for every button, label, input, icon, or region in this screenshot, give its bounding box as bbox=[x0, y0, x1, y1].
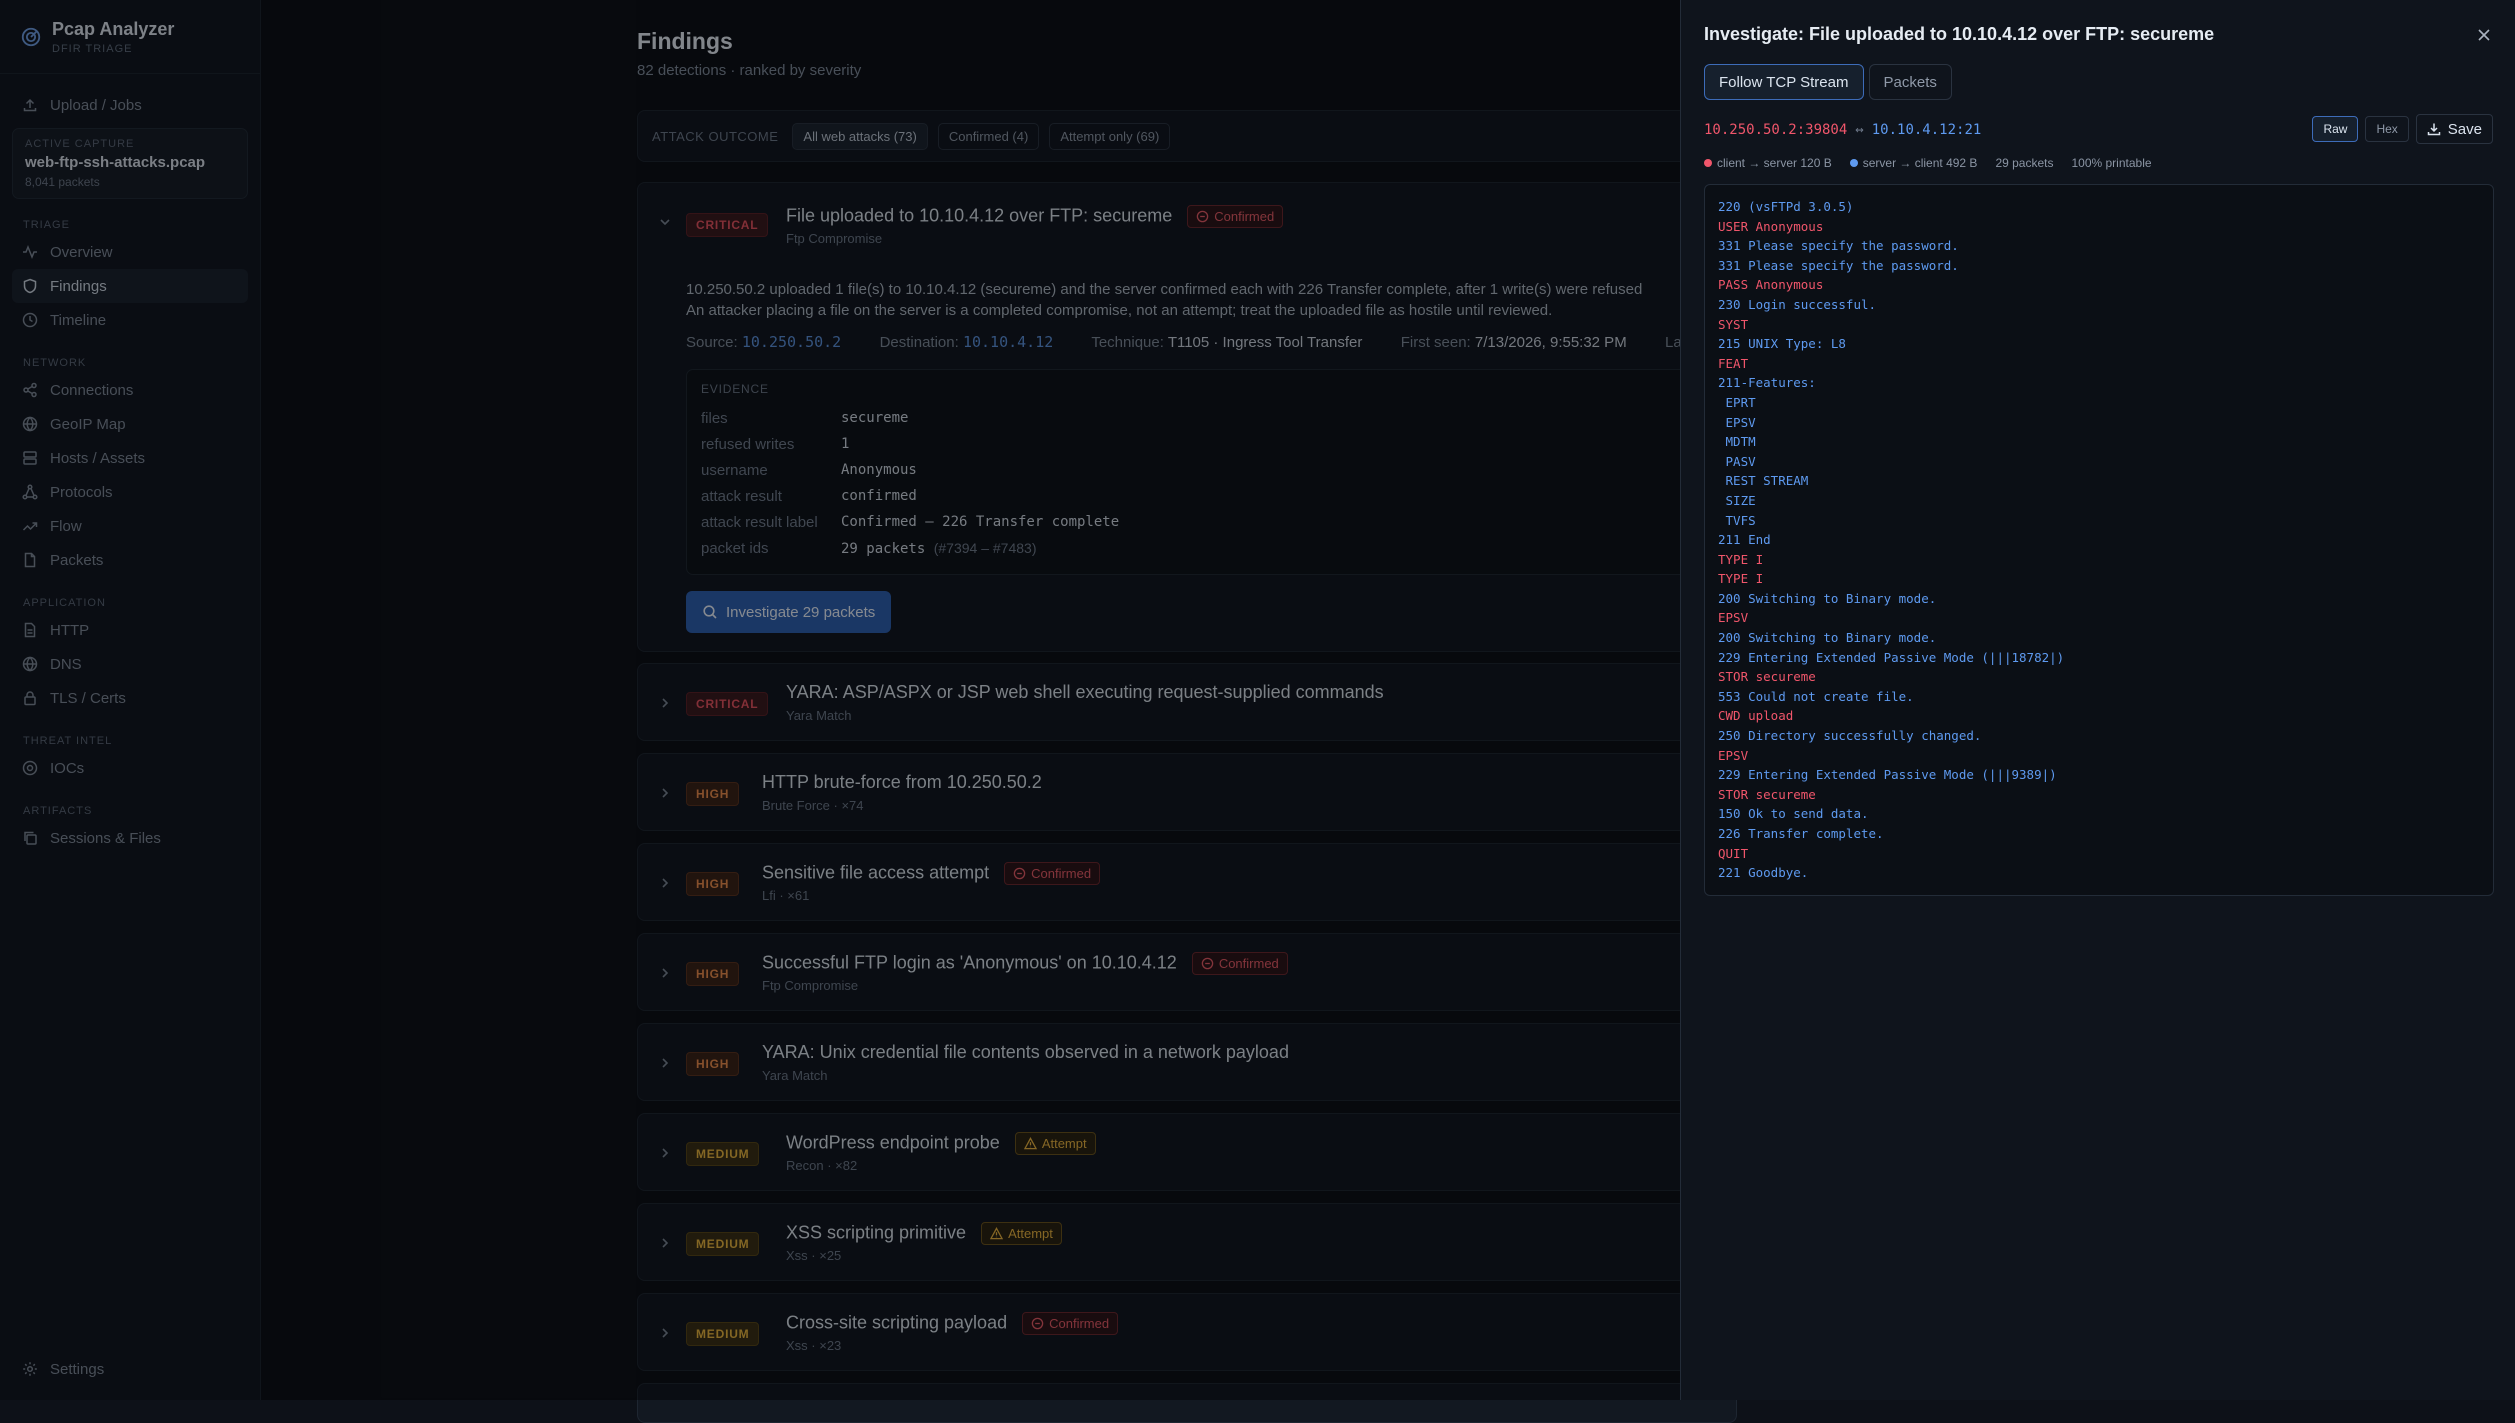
client-endpoint: 10.250.50.2:39804 bbox=[1704, 122, 1848, 138]
server-stream-line: 220 (vsFTPd 3.0.5) bbox=[1718, 199, 1854, 214]
client-stream-line: USER Anonymous bbox=[1718, 218, 1824, 234]
download-icon bbox=[2427, 123, 2441, 136]
server-stream-line: 553 Could not create file. bbox=[1718, 688, 1914, 704]
raw-view-button[interactable]: Raw bbox=[2312, 116, 2359, 142]
stream-actions: Raw Hex Save bbox=[2305, 114, 2493, 144]
stream-endpoints: 10.250.50.2:39804 ↔ 10.10.4.12:21 bbox=[1704, 122, 1981, 138]
server-stream-line: 230 Login successful. bbox=[1718, 296, 1877, 312]
panel-title: Investigate: File uploaded to 10.10.4.12… bbox=[1704, 24, 2215, 44]
tab-packets[interactable]: Packets bbox=[1868, 64, 1952, 100]
server-stream-line: MDTM bbox=[1718, 434, 1756, 450]
client-stream-line: TYPE I bbox=[1718, 551, 1764, 567]
server-stream-line: 250 Directory successfully changed. bbox=[1718, 728, 1982, 744]
client-stream-line: STOR secureme bbox=[1718, 786, 1816, 802]
server-stream-line: 211-Features: bbox=[1718, 375, 1816, 391]
server-stream-line: 150 Ok to send data. bbox=[1718, 806, 1869, 822]
legend-server: server → client 492 B bbox=[1849, 156, 1978, 170]
server-stream-line: 229 Entering Extended Passive Mode (|||9… bbox=[1718, 767, 2057, 783]
server-stream-line: PASV bbox=[1718, 453, 1756, 469]
server-dot-icon bbox=[1849, 159, 1858, 167]
server-stream-line: TVFS bbox=[1718, 512, 1756, 528]
client-stream-line: PASS Anonymous bbox=[1718, 277, 1824, 293]
server-stream-line: 221 Goodbye. bbox=[1718, 865, 1809, 881]
client-stream-line: FEAT bbox=[1718, 355, 1749, 371]
server-stream-line: 215 UNIX Type: L8 bbox=[1718, 336, 1846, 352]
client-stream-line: CWD upload bbox=[1718, 708, 1794, 724]
client-stream-line: EPSV bbox=[1718, 610, 1749, 626]
server-stream-line: 331 Please specify the password. bbox=[1718, 257, 1959, 273]
bidirectional-arrow: ↔ bbox=[1855, 122, 1864, 138]
server-stream-line: 211 End bbox=[1718, 532, 1771, 548]
legend-client-label: client → server 120 B bbox=[1717, 156, 1832, 170]
server-endpoint: 10.10.4.12:21 bbox=[1871, 122, 1982, 138]
save-button[interactable]: Save bbox=[2415, 114, 2493, 144]
server-stream-line: 226 Transfer complete. bbox=[1718, 826, 1884, 841]
client-stream-line: STOR secureme bbox=[1718, 669, 1816, 685]
panel-tabs: Follow TCP Stream Packets bbox=[1704, 64, 1957, 100]
server-stream-line: EPRT bbox=[1718, 394, 1756, 410]
legend-packets: 29 packets bbox=[1995, 156, 2054, 170]
tab-follow-tcp-stream[interactable]: Follow TCP Stream bbox=[1704, 64, 1864, 100]
client-stream-line: EPSV bbox=[1718, 747, 1749, 763]
investigate-panel: Investigate: File uploaded to 10.10.4.12… bbox=[1680, 0, 2515, 1400]
legend-printable: 100% printable bbox=[2071, 156, 2152, 170]
save-button-label: Save bbox=[2447, 120, 2482, 138]
server-stream-line: 331 Please specify the password. bbox=[1718, 238, 1959, 254]
server-stream-line: REST STREAM bbox=[1718, 473, 1809, 489]
server-stream-line: 200 Switching to Binary mode. bbox=[1718, 590, 1937, 606]
legend-client: client → server 120 B bbox=[1704, 156, 1832, 170]
server-stream-line: 229 Entering Extended Passive Mode (|||1… bbox=[1718, 649, 2065, 665]
client-stream-line: SYST bbox=[1718, 316, 1749, 332]
server-stream-line: SIZE bbox=[1718, 492, 1756, 508]
server-stream-line: 200 Switching to Binary mode. bbox=[1718, 630, 1937, 646]
hex-view-button[interactable]: Hex bbox=[2365, 116, 2409, 142]
legend-server-label: server → client 492 B bbox=[1862, 156, 1978, 170]
client-stream-line: QUIT bbox=[1718, 845, 1749, 861]
client-dot-icon bbox=[1704, 159, 1712, 167]
stream-legend: client → server 120 B server → client 49… bbox=[1704, 156, 2170, 170]
modal-backdrop[interactable] bbox=[0, 0, 1680, 1400]
server-stream-line: EPSV bbox=[1718, 414, 1756, 430]
close-icon[interactable] bbox=[2475, 26, 2493, 44]
tcp-stream-view[interactable]: 220 (vsFTPd 3.0.5) USER Anonymous 331 Plea… bbox=[1704, 184, 2494, 896]
client-stream-line: TYPE I bbox=[1718, 571, 1764, 587]
